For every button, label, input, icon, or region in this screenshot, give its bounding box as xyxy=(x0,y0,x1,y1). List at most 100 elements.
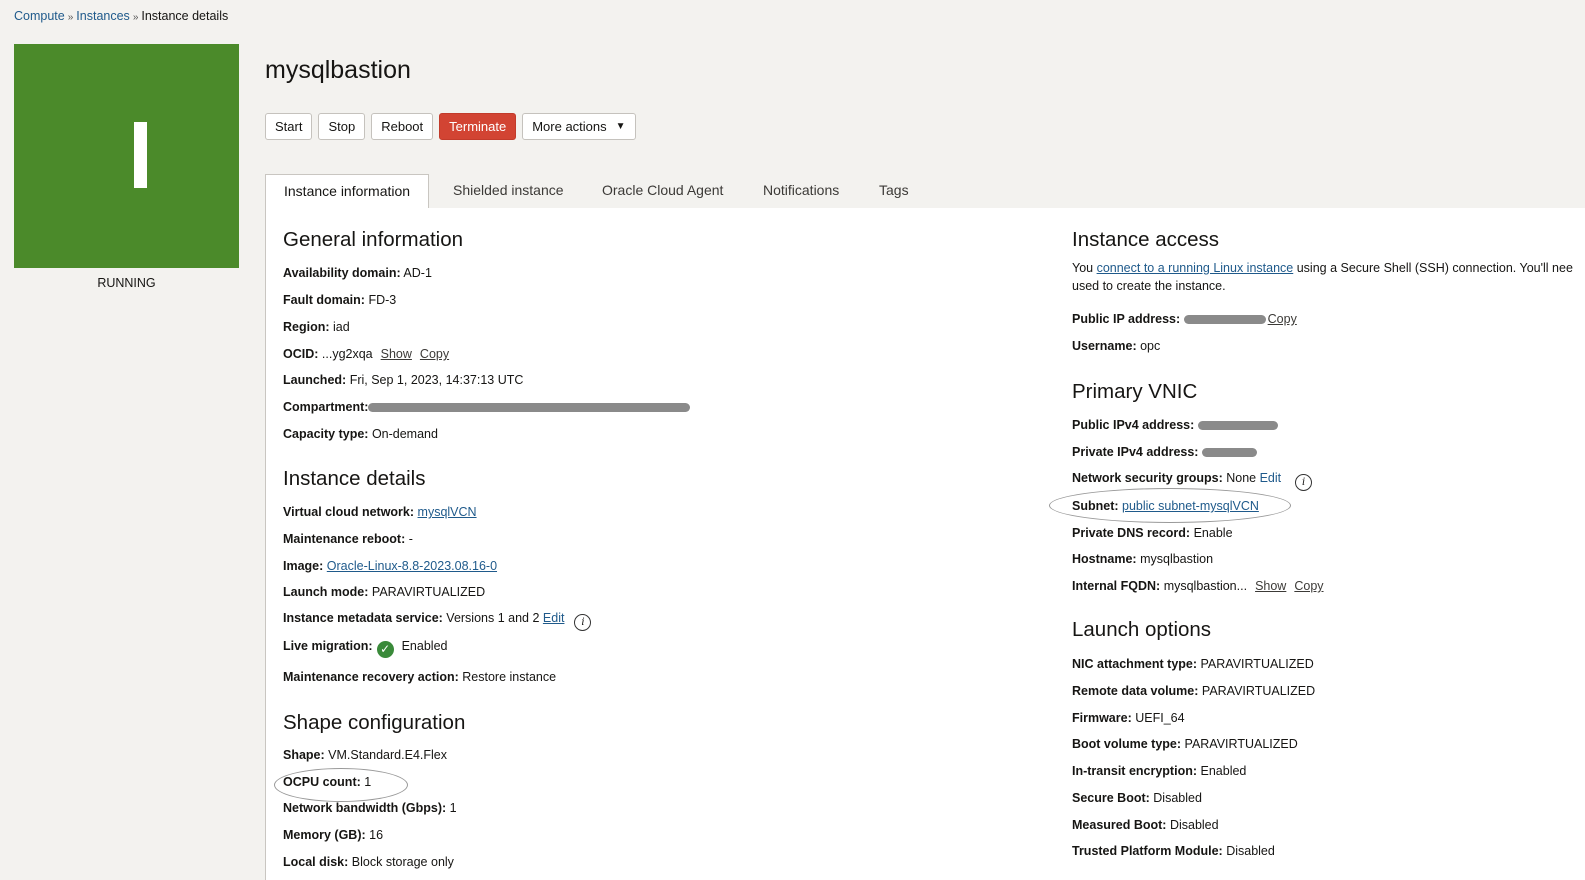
avatar-letter-glyph xyxy=(134,122,147,188)
fqdn-copy-link[interactable]: Copy xyxy=(1294,579,1323,593)
tpm-label: Trusted Platform Module: xyxy=(1072,844,1223,858)
secure-boot-label: Secure Boot: xyxy=(1072,791,1150,805)
shape-row: Shape: VM.Standard.E4.Flex xyxy=(283,748,447,762)
fault-domain-label: Fault domain: xyxy=(283,293,365,307)
vcn-row: Virtual cloud network: mysqlVCN xyxy=(283,505,477,519)
fault-domain-value: FD-3 xyxy=(368,293,397,307)
remote-data-volume-label: Remote data volume: xyxy=(1072,684,1199,698)
launched-value: Fri, Sep 1, 2023, 14:37:13 UTC xyxy=(349,373,524,387)
nsg-row: Network security groups: None Edit i xyxy=(1072,471,1313,491)
live-migration-label: Live migration: xyxy=(283,639,373,653)
compartment-row: Compartment: xyxy=(283,400,691,414)
public-ip-copy-link[interactable]: Copy xyxy=(1268,312,1297,326)
firmware-label: Firmware: xyxy=(1072,711,1132,725)
local-disk-value: Block storage only xyxy=(351,855,454,869)
internal-fqdn-row: Internal FQDN: mysqlbastion... Show Copy xyxy=(1072,579,1324,593)
launch-mode-value: PARAVIRTUALIZED xyxy=(371,585,486,599)
memory-value: 16 xyxy=(369,828,384,842)
image-label: Image: xyxy=(283,559,324,573)
ocid-copy-link[interactable]: Copy xyxy=(420,347,449,361)
compartment-label: Compartment: xyxy=(283,400,369,414)
recovery-action-row: Maintenance recovery action: Restore ins… xyxy=(283,670,556,684)
capacity-type-label: Capacity type: xyxy=(283,427,369,441)
vcn-label: Virtual cloud network: xyxy=(283,505,415,519)
nsg-edit-link[interactable]: Edit xyxy=(1260,471,1282,485)
remote-data-volume-value: PARAVIRTUALIZED xyxy=(1201,684,1316,698)
vcn-link[interactable]: mysqlVCN xyxy=(418,505,477,519)
tab-bar: Instance information Shielded instance O… xyxy=(265,174,1585,209)
nic-attachment-row: NIC attachment type: PARAVIRTUALIZED xyxy=(1072,657,1314,671)
tab-notifications[interactable]: Notifications xyxy=(763,174,839,208)
terminate-button[interactable]: Terminate xyxy=(439,113,517,140)
tpm-value: Disabled xyxy=(1226,844,1275,858)
maintenance-reboot-row: Maintenance reboot: - xyxy=(283,532,413,546)
image-link[interactable]: Oracle-Linux-8.8-2023.08.16-0 xyxy=(327,559,497,573)
primary-vnic-heading: Primary VNIC xyxy=(1072,380,1198,403)
in-transit-encryption-row: In-transit encryption: Enabled xyxy=(1072,764,1246,778)
shape-configuration-heading: Shape configuration xyxy=(283,711,466,734)
network-bandwidth-label: Network bandwidth (Gbps): xyxy=(283,801,447,815)
public-ip-label: Public IP address: xyxy=(1072,312,1181,326)
metadata-service-value: Versions 1 and 2 xyxy=(446,611,540,625)
firmware-value: UEFI_64 xyxy=(1135,711,1185,725)
tpm-row: Trusted Platform Module: Disabled xyxy=(1072,844,1275,858)
more-actions-button[interactable]: More actions ▼ xyxy=(522,113,636,140)
metadata-service-label: Instance metadata service: xyxy=(283,611,443,625)
breadcrumb-compute-link[interactable]: Compute xyxy=(14,9,65,23)
connect-linux-instance-link[interactable]: connect to a running Linux instance xyxy=(1097,261,1294,275)
fqdn-show-link[interactable]: Show xyxy=(1255,579,1286,593)
reboot-button[interactable]: Reboot xyxy=(371,113,434,140)
general-information-heading: General information xyxy=(283,228,464,251)
boot-volume-row: Boot volume type: PARAVIRTUALIZED xyxy=(1072,737,1298,751)
caret-down-icon: ▼ xyxy=(615,121,626,132)
breadcrumb-instances-link[interactable]: Instances xyxy=(76,9,130,23)
secure-boot-row: Secure Boot: Disabled xyxy=(1072,791,1202,805)
ocid-show-link[interactable]: Show xyxy=(381,347,412,361)
capacity-type-row: Capacity type: On-demand xyxy=(283,427,438,441)
network-bandwidth-value: 1 xyxy=(449,801,457,815)
ocid-value: ...yg2xqa xyxy=(321,347,373,361)
launch-mode-row: Launch mode: PARAVIRTUALIZED xyxy=(283,585,485,599)
check-circle-icon: ✓ xyxy=(376,641,394,658)
chevron-right-icon: » xyxy=(132,12,139,23)
nsg-value: None xyxy=(1226,471,1257,485)
tab-oracle-cloud-agent[interactable]: Oracle Cloud Agent xyxy=(602,174,723,208)
metadata-service-edit-link[interactable]: Edit xyxy=(543,611,565,625)
tab-tags[interactable]: Tags xyxy=(879,174,909,208)
private-dns-label: Private DNS record: xyxy=(1072,526,1191,540)
access-text-after: using a Secure Shell (SSH) connection. Y… xyxy=(1293,261,1573,275)
redacted-public-ipv4 xyxy=(1197,421,1278,431)
launched-label: Launched: xyxy=(283,373,347,387)
stop-button[interactable]: Stop xyxy=(318,113,366,140)
ocpu-count-row: OCPU count: 1 xyxy=(283,775,371,789)
secure-boot-value: Disabled xyxy=(1153,791,1202,805)
network-bandwidth-row: Network bandwidth (Gbps): 1 xyxy=(283,801,457,815)
info-icon[interactable]: i xyxy=(1295,474,1313,491)
info-icon[interactable]: i xyxy=(574,614,592,631)
subnet-link[interactable]: public subnet-mysqlVCN xyxy=(1122,499,1259,513)
username-label: Username: xyxy=(1072,339,1137,353)
shape-value: VM.Standard.E4.Flex xyxy=(328,748,447,762)
instance-details-heading: Instance details xyxy=(283,467,426,490)
availability-domain-label: Availability domain: xyxy=(283,266,401,280)
internal-fqdn-value: mysqlbastion... xyxy=(1163,579,1248,593)
start-button[interactable]: Start xyxy=(265,113,313,140)
instance-status: RUNNING xyxy=(97,276,156,290)
local-disk-row: Local disk: Block storage only xyxy=(283,855,454,869)
metadata-service-row: Instance metadata service: Versions 1 an… xyxy=(283,611,592,631)
nic-attachment-label: NIC attachment type: xyxy=(1072,657,1198,671)
private-ipv4-row: Private IPv4 address: xyxy=(1072,445,1257,459)
image-row: Image: Oracle-Linux-8.8-2023.08.16-0 xyxy=(283,559,497,573)
tab-instance-information[interactable]: Instance information xyxy=(265,174,430,209)
internal-fqdn-label: Internal FQDN: xyxy=(1072,579,1161,593)
recovery-action-label: Maintenance recovery action: xyxy=(283,670,459,684)
instance-information-panel: General information Availability domain:… xyxy=(265,208,1585,880)
availability-domain-row: Availability domain: AD-1 xyxy=(283,266,432,280)
action-toolbar: Start Stop Reboot Terminate More actions… xyxy=(265,113,636,140)
access-text-line2: used to create the instance. xyxy=(1072,279,1226,293)
tab-shielded-instance[interactable]: Shielded instance xyxy=(453,174,564,208)
in-transit-encryption-value: Enabled xyxy=(1200,764,1247,778)
live-migration-value: Enabled xyxy=(401,639,448,653)
private-dns-value: Enable xyxy=(1193,526,1233,540)
breadcrumb-current: Instance details xyxy=(141,9,229,23)
